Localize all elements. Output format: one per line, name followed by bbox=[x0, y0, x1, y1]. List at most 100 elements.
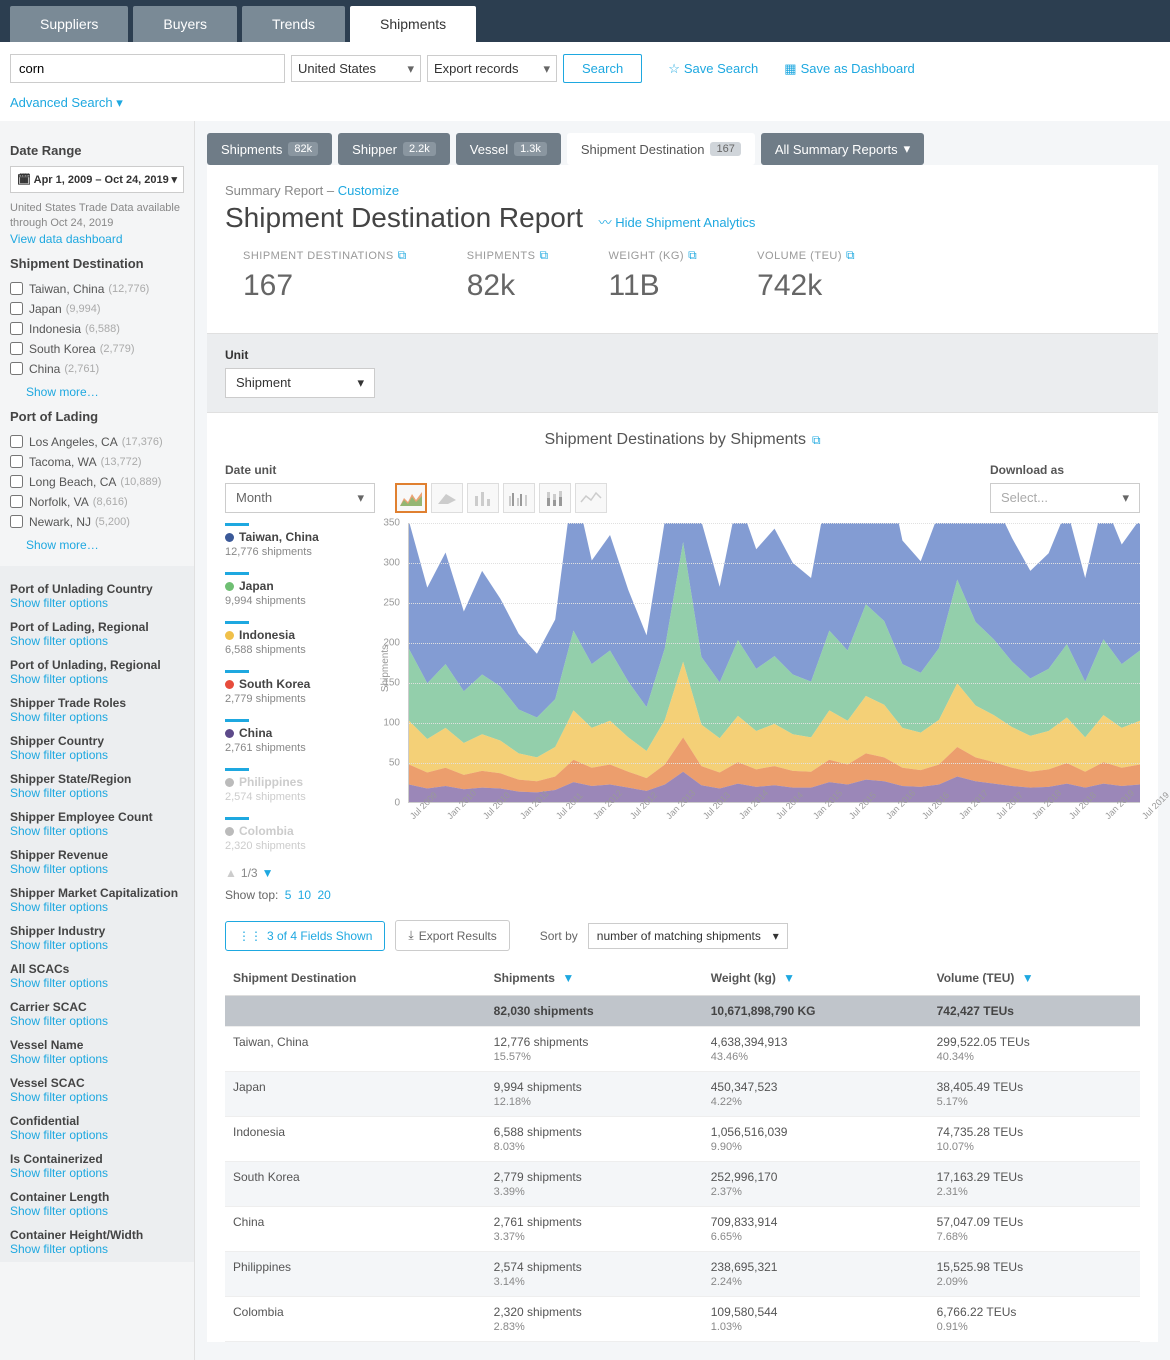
facet-checkbox[interactable] bbox=[10, 495, 23, 508]
subtab[interactable]: Shipment Destination167 bbox=[567, 133, 755, 165]
show-top-option[interactable]: 5 bbox=[285, 888, 292, 902]
fields-shown-button[interactable]: ⋮⋮3 of 4 Fields Shown bbox=[225, 921, 385, 951]
top-tab-shipments[interactable]: Shipments bbox=[350, 6, 476, 42]
copy-icon[interactable]: ⧉ bbox=[688, 248, 697, 263]
date-unit-select[interactable]: Month▾ bbox=[225, 483, 375, 513]
download-select[interactable]: Select...▾ bbox=[990, 483, 1140, 513]
facet-checkbox[interactable] bbox=[10, 455, 23, 468]
show-filter-options-link[interactable]: Show filter options bbox=[10, 1128, 184, 1142]
hide-analytics-link[interactable]: 〰 Hide Shipment Analytics bbox=[599, 215, 756, 230]
pager-prev-icon[interactable]: ▲ bbox=[225, 866, 237, 880]
legend-item[interactable]: Colombia2,320 shipments bbox=[225, 817, 360, 852]
customize-link[interactable]: Customize bbox=[338, 183, 399, 198]
save-search-link[interactable]: ☆Save Search bbox=[668, 61, 758, 77]
show-filter-options-link[interactable]: Show filter options bbox=[10, 596, 184, 610]
facet-item[interactable]: Japan(9,994) bbox=[10, 299, 184, 319]
facet-item[interactable]: South Korea(2,779) bbox=[10, 339, 184, 359]
sort-select[interactable]: number of matching shipments▾ bbox=[588, 923, 788, 949]
show-filter-options-link[interactable]: Show filter options bbox=[10, 862, 184, 876]
show-more-link[interactable]: Show more… bbox=[26, 385, 184, 399]
show-filter-options-link[interactable]: Show filter options bbox=[10, 1204, 184, 1218]
facet-item[interactable]: Taiwan, China(12,776) bbox=[10, 279, 184, 299]
facet-checkbox[interactable] bbox=[10, 362, 23, 375]
top-tab-trends[interactable]: Trends bbox=[242, 6, 345, 42]
copy-icon[interactable]: ⧉ bbox=[398, 248, 407, 263]
table-row[interactable]: Indonesia6,588 shipments8.03%1,056,516,0… bbox=[225, 1117, 1140, 1162]
grouped-bar-icon[interactable] bbox=[503, 483, 535, 513]
show-filter-options-link[interactable]: Show filter options bbox=[10, 1166, 184, 1180]
facet-checkbox[interactable] bbox=[10, 435, 23, 448]
show-filter-options-link[interactable]: Show filter options bbox=[10, 1014, 184, 1028]
facet-item[interactable]: Los Angeles, CA(17,376) bbox=[10, 432, 184, 452]
table-row[interactable]: Philippines2,574 shipments3.14%238,695,3… bbox=[225, 1252, 1140, 1297]
facet-item[interactable]: Tacoma, WA(13,772) bbox=[10, 452, 184, 472]
show-filter-options-link[interactable]: Show filter options bbox=[10, 710, 184, 724]
show-top-option[interactable]: 20 bbox=[317, 888, 330, 902]
copy-icon[interactable]: ⧉ bbox=[846, 248, 855, 263]
show-filter-options-link[interactable]: Show filter options bbox=[10, 1090, 184, 1104]
facet-item[interactable]: Long Beach, CA(10,889) bbox=[10, 472, 184, 492]
legend-item[interactable]: Philippines2,574 shipments bbox=[225, 768, 360, 803]
save-dashboard-link[interactable]: ▦Save as Dashboard bbox=[784, 61, 914, 77]
copy-icon[interactable]: ⧉ bbox=[539, 248, 548, 263]
facet-checkbox[interactable] bbox=[10, 515, 23, 528]
legend-item[interactable]: Indonesia6,588 shipments bbox=[225, 621, 360, 656]
filter-icon[interactable]: ▼ bbox=[1022, 971, 1034, 985]
facet-item[interactable]: Newark, NJ(5,200) bbox=[10, 512, 184, 532]
advanced-search-link[interactable]: Advanced Search ▾ bbox=[0, 95, 1170, 121]
subtab[interactable]: Shipper2.2k bbox=[338, 133, 450, 165]
table-row[interactable]: South Korea2,779 shipments3.39%252,996,1… bbox=[225, 1162, 1140, 1207]
facet-checkbox[interactable] bbox=[10, 475, 23, 488]
search-button[interactable]: Search bbox=[563, 54, 642, 83]
filter-icon[interactable]: ▼ bbox=[562, 971, 574, 985]
show-filter-options-link[interactable]: Show filter options bbox=[10, 1242, 184, 1256]
subtab[interactable]: Vessel1.3k bbox=[456, 133, 561, 165]
unit-select[interactable]: Shipment▾ bbox=[225, 368, 375, 398]
pager-next-icon[interactable]: ▼ bbox=[262, 866, 274, 880]
show-filter-options-link[interactable]: Show filter options bbox=[10, 824, 184, 838]
show-filter-options-link[interactable]: Show filter options bbox=[10, 634, 184, 648]
subtab[interactable]: Shipments82k bbox=[207, 133, 332, 165]
show-filter-options-link[interactable]: Show filter options bbox=[10, 672, 184, 686]
date-range-select[interactable]: 🗓 Apr 1, 2009 – Oct 24, 2019 ▾ bbox=[10, 166, 184, 193]
show-filter-options-link[interactable]: Show filter options bbox=[10, 786, 184, 800]
area-chart-icon[interactable] bbox=[395, 483, 427, 513]
view-data-dashboard-link[interactable]: View data dashboard bbox=[10, 232, 184, 246]
copy-icon[interactable]: ⧉ bbox=[812, 433, 821, 448]
legend-item[interactable]: South Korea2,779 shipments bbox=[225, 670, 360, 705]
facet-item[interactable]: China(2,761) bbox=[10, 359, 184, 379]
facet-checkbox[interactable] bbox=[10, 322, 23, 335]
table-row[interactable]: Japan9,994 shipments12.18%450,347,5234.2… bbox=[225, 1072, 1140, 1117]
filter-icon[interactable]: ▼ bbox=[783, 971, 795, 985]
show-filter-options-link[interactable]: Show filter options bbox=[10, 1052, 184, 1066]
legend-item[interactable]: China2,761 shipments bbox=[225, 719, 360, 754]
surface-chart-icon[interactable] bbox=[431, 483, 463, 513]
show-top-option[interactable]: 10 bbox=[298, 888, 311, 902]
subtab[interactable]: All Summary Reports ▾ bbox=[761, 133, 924, 165]
show-filter-options-link[interactable]: Show filter options bbox=[10, 900, 184, 914]
stacked-bar-icon[interactable] bbox=[539, 483, 571, 513]
table-row[interactable]: Colombia2,320 shipments2.83%109,580,5441… bbox=[225, 1297, 1140, 1342]
top-tab-suppliers[interactable]: Suppliers bbox=[10, 6, 128, 42]
country-select[interactable]: United States bbox=[291, 55, 421, 82]
show-more-link[interactable]: Show more… bbox=[26, 538, 184, 552]
search-input[interactable] bbox=[10, 54, 285, 83]
facet-item[interactable]: Indonesia(6,588) bbox=[10, 319, 184, 339]
show-filter-options-link[interactable]: Show filter options bbox=[10, 976, 184, 990]
top-tab-buyers[interactable]: Buyers bbox=[133, 6, 237, 42]
facet-item[interactable]: Norfolk, VA(8,616) bbox=[10, 492, 184, 512]
legend-item[interactable]: Japan9,994 shipments bbox=[225, 572, 360, 607]
bar-chart-icon[interactable] bbox=[467, 483, 499, 513]
facet-checkbox[interactable] bbox=[10, 302, 23, 315]
export-button[interactable]: ⤓Export Results bbox=[395, 920, 509, 951]
table-row[interactable]: China2,761 shipments3.37%709,833,9146.65… bbox=[225, 1207, 1140, 1252]
filter-group-title: Shipper Employee Count bbox=[10, 810, 184, 824]
facet-checkbox[interactable] bbox=[10, 282, 23, 295]
show-filter-options-link[interactable]: Show filter options bbox=[10, 938, 184, 952]
show-filter-options-link[interactable]: Show filter options bbox=[10, 748, 184, 762]
legend-item[interactable]: Taiwan, China12,776 shipments bbox=[225, 523, 360, 558]
table-row[interactable]: Taiwan, China12,776 shipments15.57%4,638… bbox=[225, 1027, 1140, 1072]
record-type-select[interactable]: Export records bbox=[427, 55, 557, 82]
facet-checkbox[interactable] bbox=[10, 342, 23, 355]
line-chart-icon[interactable] bbox=[575, 483, 607, 513]
